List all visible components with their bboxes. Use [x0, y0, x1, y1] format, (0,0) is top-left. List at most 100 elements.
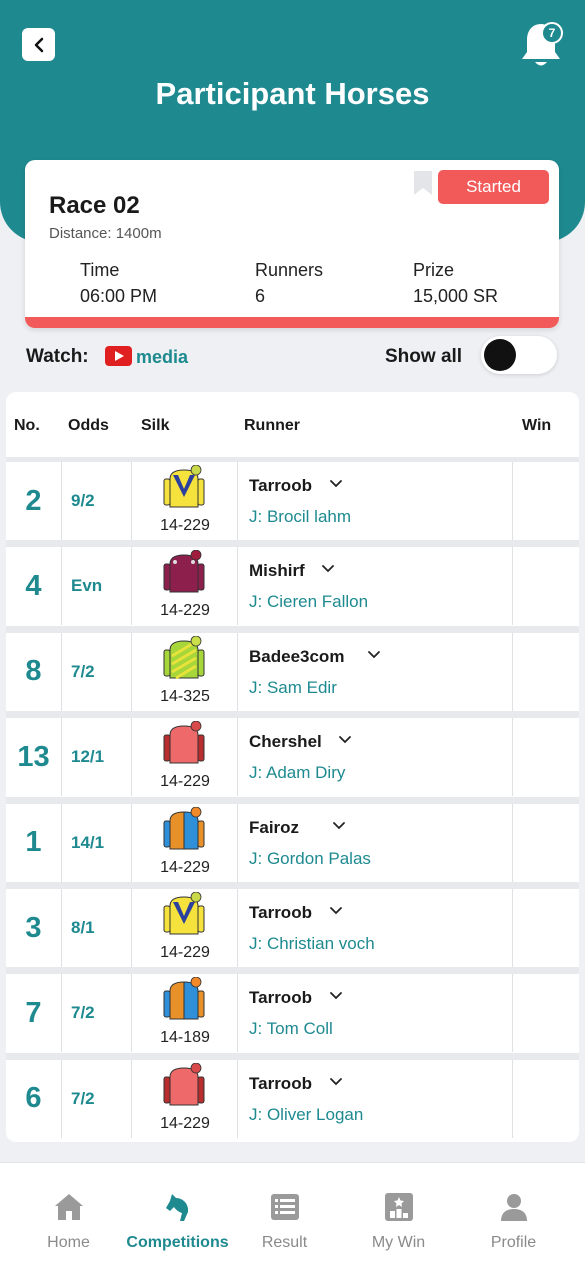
chevron-down-icon[interactable]	[332, 821, 346, 831]
race-distance: Distance: 1400m	[49, 225, 162, 242]
table-row[interactable]: 13 12/1 14-229 Chershel J: Adam Diry	[6, 711, 579, 797]
nav-competitions[interactable]: Competitions	[119, 1163, 236, 1280]
silk-cell: 14-229	[132, 462, 238, 540]
horse-name: Tarroob	[249, 988, 312, 1008]
table-row[interactable]: 4 Evn 14-229 Mishirf J: Cieren Fallon	[6, 540, 579, 626]
horse-name: Chershel	[249, 732, 322, 752]
win-cell	[513, 889, 579, 967]
horse-name: Tarroob	[249, 476, 312, 495]
show-all-toggle[interactable]	[481, 336, 557, 374]
silk-icon	[163, 550, 205, 593]
win-cell	[513, 547, 579, 625]
jockey-name: J: Brocil lahm	[249, 507, 352, 526]
silk-code: 14-229	[160, 944, 210, 961]
nav-my-win[interactable]: My Win	[340, 1163, 457, 1280]
nav-profile[interactable]: Profile	[455, 1163, 572, 1280]
horse-name: Tarroob	[249, 1073, 312, 1093]
win-cell	[513, 462, 579, 540]
runner-cell[interactable]: Mishirf J: Cieren Fallon	[238, 547, 513, 626]
race-stat-runners: Runners 6	[255, 260, 323, 307]
silk-icon	[163, 806, 205, 850]
stat-label: Runners	[255, 260, 324, 280]
silk-icon	[163, 1062, 205, 1106]
runner-cell[interactable]: Tarroob J: Christian voch	[238, 889, 513, 967]
nav-result[interactable]: Result	[226, 1163, 343, 1280]
silk-code: 14-189	[160, 1029, 210, 1047]
runner-number: 7	[6, 974, 62, 1053]
column-header-silk: Silk	[141, 417, 170, 434]
table-row[interactable]: 2 9/2 14-229 Tarroob J: Brocil lahm	[6, 462, 579, 540]
column-header-no: No.	[14, 417, 40, 434]
runner-cell[interactable]: Badee3com J: Sam Edir	[238, 632, 513, 711]
runner-number: 13	[6, 718, 62, 797]
chevron-down-icon[interactable]	[329, 906, 343, 916]
bookmark-icon[interactable]	[414, 171, 432, 195]
chevron-left-icon	[34, 37, 43, 52]
chevron-down-icon[interactable]	[329, 991, 343, 1001]
column-header-odds: Odds	[68, 417, 109, 434]
runner-cell[interactable]: Tarroob J: Oliver Logan	[238, 1059, 513, 1138]
silk-cell: 14-229	[132, 1059, 238, 1138]
nav-label: My Win	[371, 1234, 426, 1251]
nav-label: Home	[47, 1234, 90, 1251]
runner-number: 2	[6, 462, 62, 540]
race-stat-prize: Prize 15,000 SR	[413, 260, 498, 307]
podium-icon	[385, 1193, 413, 1221]
silk-icon	[163, 465, 205, 508]
win-cell	[513, 633, 579, 711]
chevron-down-icon[interactable]	[321, 564, 335, 574]
nav-label: Competitions	[126, 1234, 229, 1251]
column-header-runner: Runner	[244, 417, 300, 434]
show-all-label: Show all	[385, 346, 463, 367]
horse-name: Fairoz	[249, 817, 300, 837]
youtube-icon[interactable]	[105, 346, 132, 366]
chevron-down-icon[interactable]	[338, 735, 352, 745]
silk-code: 14-229	[160, 773, 210, 791]
notification-badge: 7	[541, 22, 563, 44]
back-button[interactable]	[22, 28, 55, 61]
watch-label: Watch:	[26, 346, 89, 367]
race-name: Race 02	[49, 192, 140, 219]
table-row[interactable]: 1 14/1 14-229 Fairoz J: Gordon Palas	[6, 796, 579, 882]
runner-cell[interactable]: Tarroob J: Brocil lahm	[238, 462, 513, 540]
table-header: No. Odds Silk Runner Win	[6, 392, 579, 462]
jockey-name: J: Christian voch	[249, 934, 375, 953]
stat-value: 06:00 PM	[80, 286, 158, 306]
home-icon	[55, 1194, 83, 1220]
runners-table: No. Odds Silk Runner Win 2 9/2 14-229 Tarro…	[6, 392, 579, 1142]
silk-code: 14-229	[160, 858, 210, 876]
runner-odds: 12/1	[62, 718, 132, 797]
runner-number: 8	[6, 632, 62, 711]
runner-cell[interactable]: Tarroob J: Tom Coll	[238, 974, 513, 1053]
horse-name: Tarroob	[249, 903, 312, 922]
runner-number: 3	[6, 889, 62, 967]
jockey-name: J: Adam Diry	[249, 763, 346, 783]
table-row[interactable]: 3 8/1 14-229 Tarroob J: Christian voch	[6, 882, 579, 967]
chevron-down-icon[interactable]	[329, 1077, 343, 1087]
runner-odds: 8/1	[62, 889, 132, 967]
race-card: Race 02 Distance: 1400m Started Time 06:…	[25, 160, 559, 328]
silk-cell: 14-229	[132, 718, 238, 797]
win-cell	[513, 1060, 579, 1138]
runner-cell[interactable]: Chershel J: Adam Diry	[238, 718, 513, 797]
table-row[interactable]: 7 7/2 14-189 Tarroob J: Tom Coll	[6, 967, 579, 1053]
table-row[interactable]: 8 7/2 14-325 Badee3com J: Sam Edir	[6, 625, 579, 711]
win-cell	[513, 804, 579, 882]
chevron-down-icon[interactable]	[329, 479, 343, 489]
runner-cell[interactable]: Fairoz J: Gordon Palas	[238, 803, 513, 882]
jockey-name: J: Sam Edir	[249, 677, 337, 697]
race-status-bar	[25, 317, 559, 328]
media-link[interactable]: media	[136, 347, 188, 368]
runner-odds: 7/2	[62, 974, 132, 1053]
runner-number: 1	[6, 803, 62, 882]
stat-value: 15,000 SR	[413, 286, 499, 306]
silk-icon	[163, 721, 205, 764]
status-badge: Started	[438, 170, 549, 204]
list-icon	[271, 1194, 299, 1220]
nav-home[interactable]: Home	[10, 1163, 127, 1280]
silk-cell: 14-325	[132, 632, 238, 711]
chevron-down-icon[interactable]	[367, 650, 381, 660]
table-row[interactable]: 6 7/2 14-229 Tarroob J: Oliver Logan	[6, 1052, 579, 1138]
win-cell	[513, 718, 579, 796]
stat-label: Prize	[413, 260, 455, 280]
